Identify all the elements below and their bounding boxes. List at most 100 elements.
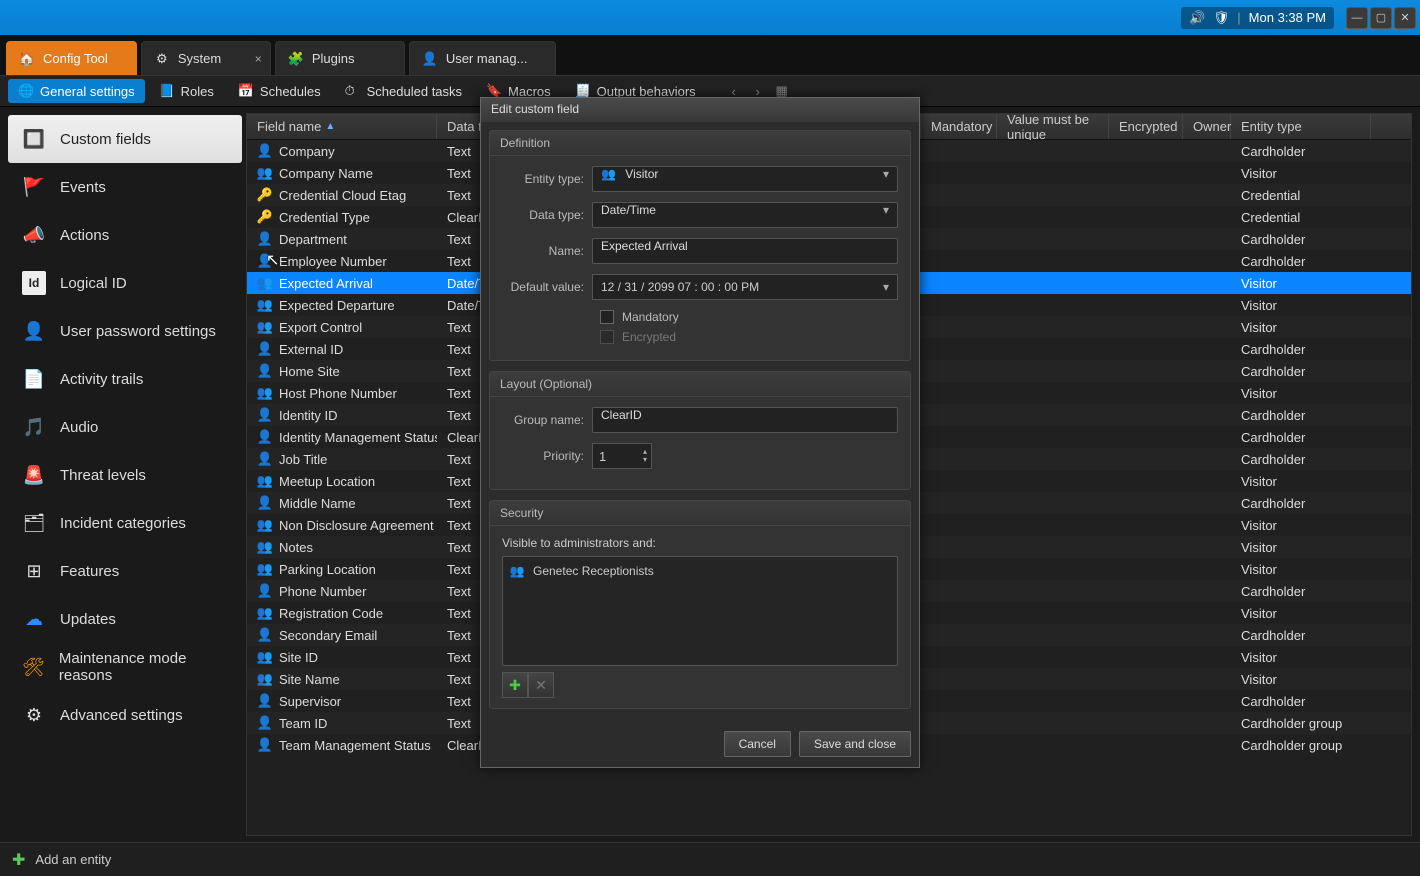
activity-icon: 📄 <box>22 367 46 391</box>
tab-user-management[interactable]: 👤 User manag... <box>409 41 557 75</box>
shield-icon[interactable]: 🛡 <box>1213 10 1229 26</box>
save-and-close-button[interactable]: Save and close <box>799 731 911 757</box>
gear-icon: ⚙ <box>154 51 170 67</box>
sidebar-item-incident-categories[interactable]: 🗂Incident categories <box>8 499 242 547</box>
nav-roles[interactable]: 📘 Roles <box>149 79 224 103</box>
entity-type: Visitor <box>1231 562 1371 577</box>
col-unique[interactable]: Value must be unique <box>997 114 1109 139</box>
field-name: Expected Arrival <box>279 276 373 291</box>
col-field-name[interactable]: Field name▲ <box>247 114 437 139</box>
entity-type: Visitor <box>1231 672 1371 687</box>
group-name-value: ClearID <box>601 408 642 422</box>
sidebar-item-label: Advanced settings <box>60 707 183 724</box>
entity-icon: 👤 <box>257 495 273 511</box>
data-type-value: Date/Time <box>601 203 656 217</box>
group-name-label: Group name: <box>502 413 592 427</box>
entity-icon: 👥 <box>257 671 273 687</box>
entity-type: Cardholder <box>1231 584 1371 599</box>
field-name: Team Management Status <box>279 738 431 753</box>
add-entity-button[interactable]: Add an entity <box>35 852 111 867</box>
field-name: Home Site <box>279 364 340 379</box>
entity-icon: 👤 <box>257 737 273 753</box>
col-owner[interactable]: Owner <box>1183 114 1231 139</box>
default-value-picker[interactable]: 12 / 31 / 2099 07 : 00 : 00 PM ▾ <box>592 274 898 300</box>
nav-scheduled-tasks[interactable]: ⏱ Scheduled tasks <box>335 79 472 103</box>
visitor-icon: 👥 <box>601 167 616 181</box>
app-tabs: 🏠 Config Tool ⚙ System × 🧩 Plugins 👤 Use… <box>0 35 1420 75</box>
entity-icon: 👤 <box>257 143 273 159</box>
data-type-select[interactable]: Date/Time <box>592 202 898 228</box>
sidebar-item-custom-fields[interactable]: 🔲Custom fields <box>8 115 242 163</box>
features-icon: ⊞ <box>22 559 46 583</box>
section-security: Security Visible to administrators and: … <box>489 500 911 709</box>
sidebar-item-advanced-settings[interactable]: ⚙ Advanced settings <box>8 691 242 739</box>
close-icon[interactable]: × <box>255 52 262 66</box>
adv-icon: ⚙ <box>22 703 46 727</box>
entity-type-select[interactable]: 👥 Visitor <box>592 166 898 192</box>
entity-icon: 👤 <box>257 715 273 731</box>
col-entity-type[interactable]: Entity type <box>1231 114 1371 139</box>
add-visibility-button[interactable]: ✚ <box>502 672 528 698</box>
field-name: Middle Name <box>279 496 356 511</box>
speaker-icon[interactable]: 🔊 <box>1189 10 1205 26</box>
close-button[interactable]: ✕ <box>1394 7 1416 29</box>
group-icon: 👥 <box>509 563 525 579</box>
priority-stepper[interactable]: 1 <box>592 443 652 469</box>
label: General settings <box>40 84 135 99</box>
plus-icon[interactable]: ✚ <box>12 850 25 870</box>
entity-type: Cardholder <box>1231 232 1371 247</box>
field-name: Job Title <box>279 452 327 467</box>
name-label: Name: <box>502 244 592 258</box>
col-encrypted[interactable]: Encrypted <box>1109 114 1183 139</box>
visibility-item[interactable]: 👥 Genetec Receptionists <box>509 563 891 579</box>
entity-type: Cardholder <box>1231 342 1371 357</box>
sidebar-item-updates[interactable]: ☁Updates <box>8 595 242 643</box>
label: Roles <box>181 84 214 99</box>
remove-visibility-button[interactable]: ✕ <box>528 672 554 698</box>
sidebar-item-maintenance-mode-reasons[interactable]: 🛠Maintenance mode reasons <box>8 643 242 691</box>
sidebar-item-label: User password settings <box>60 323 216 340</box>
audio-icon: 🎵 <box>22 415 46 439</box>
minimize-button[interactable]: — <box>1346 7 1368 29</box>
visibility-list[interactable]: 👥 Genetec Receptionists <box>502 556 898 666</box>
sidebar-item-actions[interactable]: 📣Actions <box>8 211 242 259</box>
visibility-item-label: Genetec Receptionists <box>533 564 654 578</box>
sidebar-item-label: Custom fields <box>60 131 151 148</box>
sidebar-item-user-password-settings[interactable]: 👤User password settings <box>8 307 242 355</box>
name-input[interactable]: Expected Arrival <box>592 238 898 264</box>
maximize-button[interactable]: ▢ <box>1370 7 1392 29</box>
sidebar-item-features[interactable]: ⊞Features <box>8 547 242 595</box>
sidebar-item-label: Maintenance mode reasons <box>59 650 228 684</box>
entity-icon: 👥 <box>257 473 273 489</box>
section-definition: Definition Entity type: 👥 Visitor Data t… <box>489 130 911 361</box>
cancel-button[interactable]: Cancel <box>724 731 791 757</box>
sidebar-item-threat-levels[interactable]: 🚨Threat levels <box>8 451 242 499</box>
sidebar-item-audio[interactable]: 🎵Audio <box>8 403 242 451</box>
field-name: Secondary Email <box>279 628 377 643</box>
id-icon: Id <box>22 271 46 295</box>
col-mandatory[interactable]: Mandatory <box>921 114 997 139</box>
window-titlebar: 🔊 🛡 | Mon 3:38 PM — ▢ ✕ <box>0 0 1420 35</box>
entity-icon: 👥 <box>257 605 273 621</box>
updates-icon: ☁ <box>22 607 46 631</box>
group-name-input[interactable]: ClearID <box>592 407 898 433</box>
entity-type: Cardholder <box>1231 254 1371 269</box>
sidebar-item-logical-id[interactable]: IdLogical ID <box>8 259 242 307</box>
nav-schedules[interactable]: 📅 Schedules <box>228 79 331 103</box>
roles-icon: 📘 <box>159 83 175 99</box>
sidebar-item-label: Actions <box>60 227 109 244</box>
sidebar-item-events[interactable]: 🚩Events <box>8 163 242 211</box>
tab-system[interactable]: ⚙ System × <box>141 41 271 75</box>
dialog-title: Edit custom field <box>481 98 919 122</box>
flag-icon: 🚩 <box>22 175 46 199</box>
field-name: Site ID <box>279 650 318 665</box>
system-tray: 🔊 🛡 | Mon 3:38 PM <box>1181 7 1334 29</box>
nav-general-settings[interactable]: 🌐 General settings <box>8 79 145 103</box>
sidebar-item-activity-trails[interactable]: 📄Activity trails <box>8 355 242 403</box>
field-name: Team ID <box>279 716 327 731</box>
tab-label: User manag... <box>446 51 528 66</box>
mandatory-checkbox[interactable] <box>600 310 614 324</box>
tab-plugins[interactable]: 🧩 Plugins <box>275 41 405 75</box>
entity-icon: 👥 <box>257 561 273 577</box>
tab-config-tool[interactable]: 🏠 Config Tool <box>6 41 137 75</box>
